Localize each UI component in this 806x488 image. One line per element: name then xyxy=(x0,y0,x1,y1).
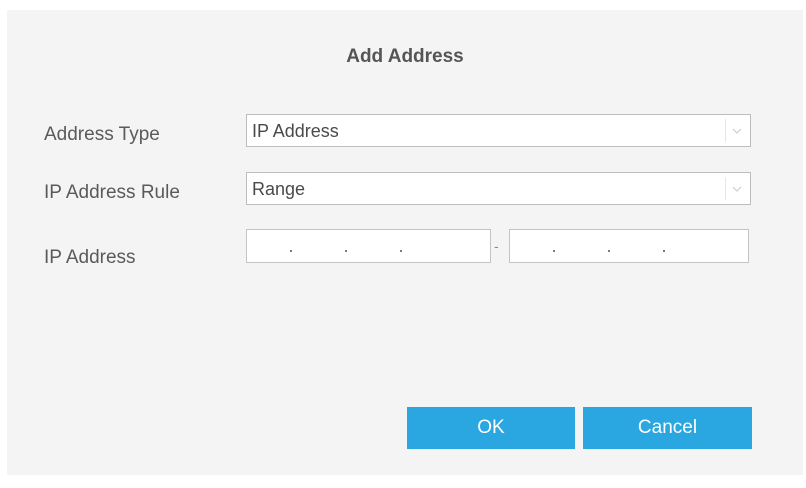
chevron-down-icon[interactable] xyxy=(725,119,747,142)
ip-range-end-input[interactable] xyxy=(509,229,749,263)
octet-separator xyxy=(345,250,347,252)
octet-separator xyxy=(400,250,402,252)
dialog-title: Add Address xyxy=(346,46,464,67)
range-separator: - xyxy=(494,238,499,254)
ok-button[interactable]: OK xyxy=(407,407,575,449)
octet-separator xyxy=(553,250,555,252)
octet-separator xyxy=(290,250,292,252)
ip-address-label: IP Address xyxy=(44,247,136,268)
chevron-down-icon[interactable] xyxy=(725,177,747,200)
octet-separator xyxy=(608,250,610,252)
address-type-select[interactable]: IP Address xyxy=(246,114,751,147)
ip-address-rule-value: Range xyxy=(252,179,306,199)
add-address-dialog: Add Address Address Type IP Address IP A… xyxy=(7,10,803,475)
cancel-button[interactable]: Cancel xyxy=(583,407,752,449)
ip-address-rule-label: IP Address Rule xyxy=(44,182,180,203)
address-type-label: Address Type xyxy=(44,124,160,145)
ip-address-rule-select[interactable]: Range xyxy=(246,172,751,205)
octet-separator xyxy=(663,250,665,252)
ip-range-start-input[interactable] xyxy=(246,229,491,263)
address-type-value: IP Address xyxy=(252,121,339,141)
